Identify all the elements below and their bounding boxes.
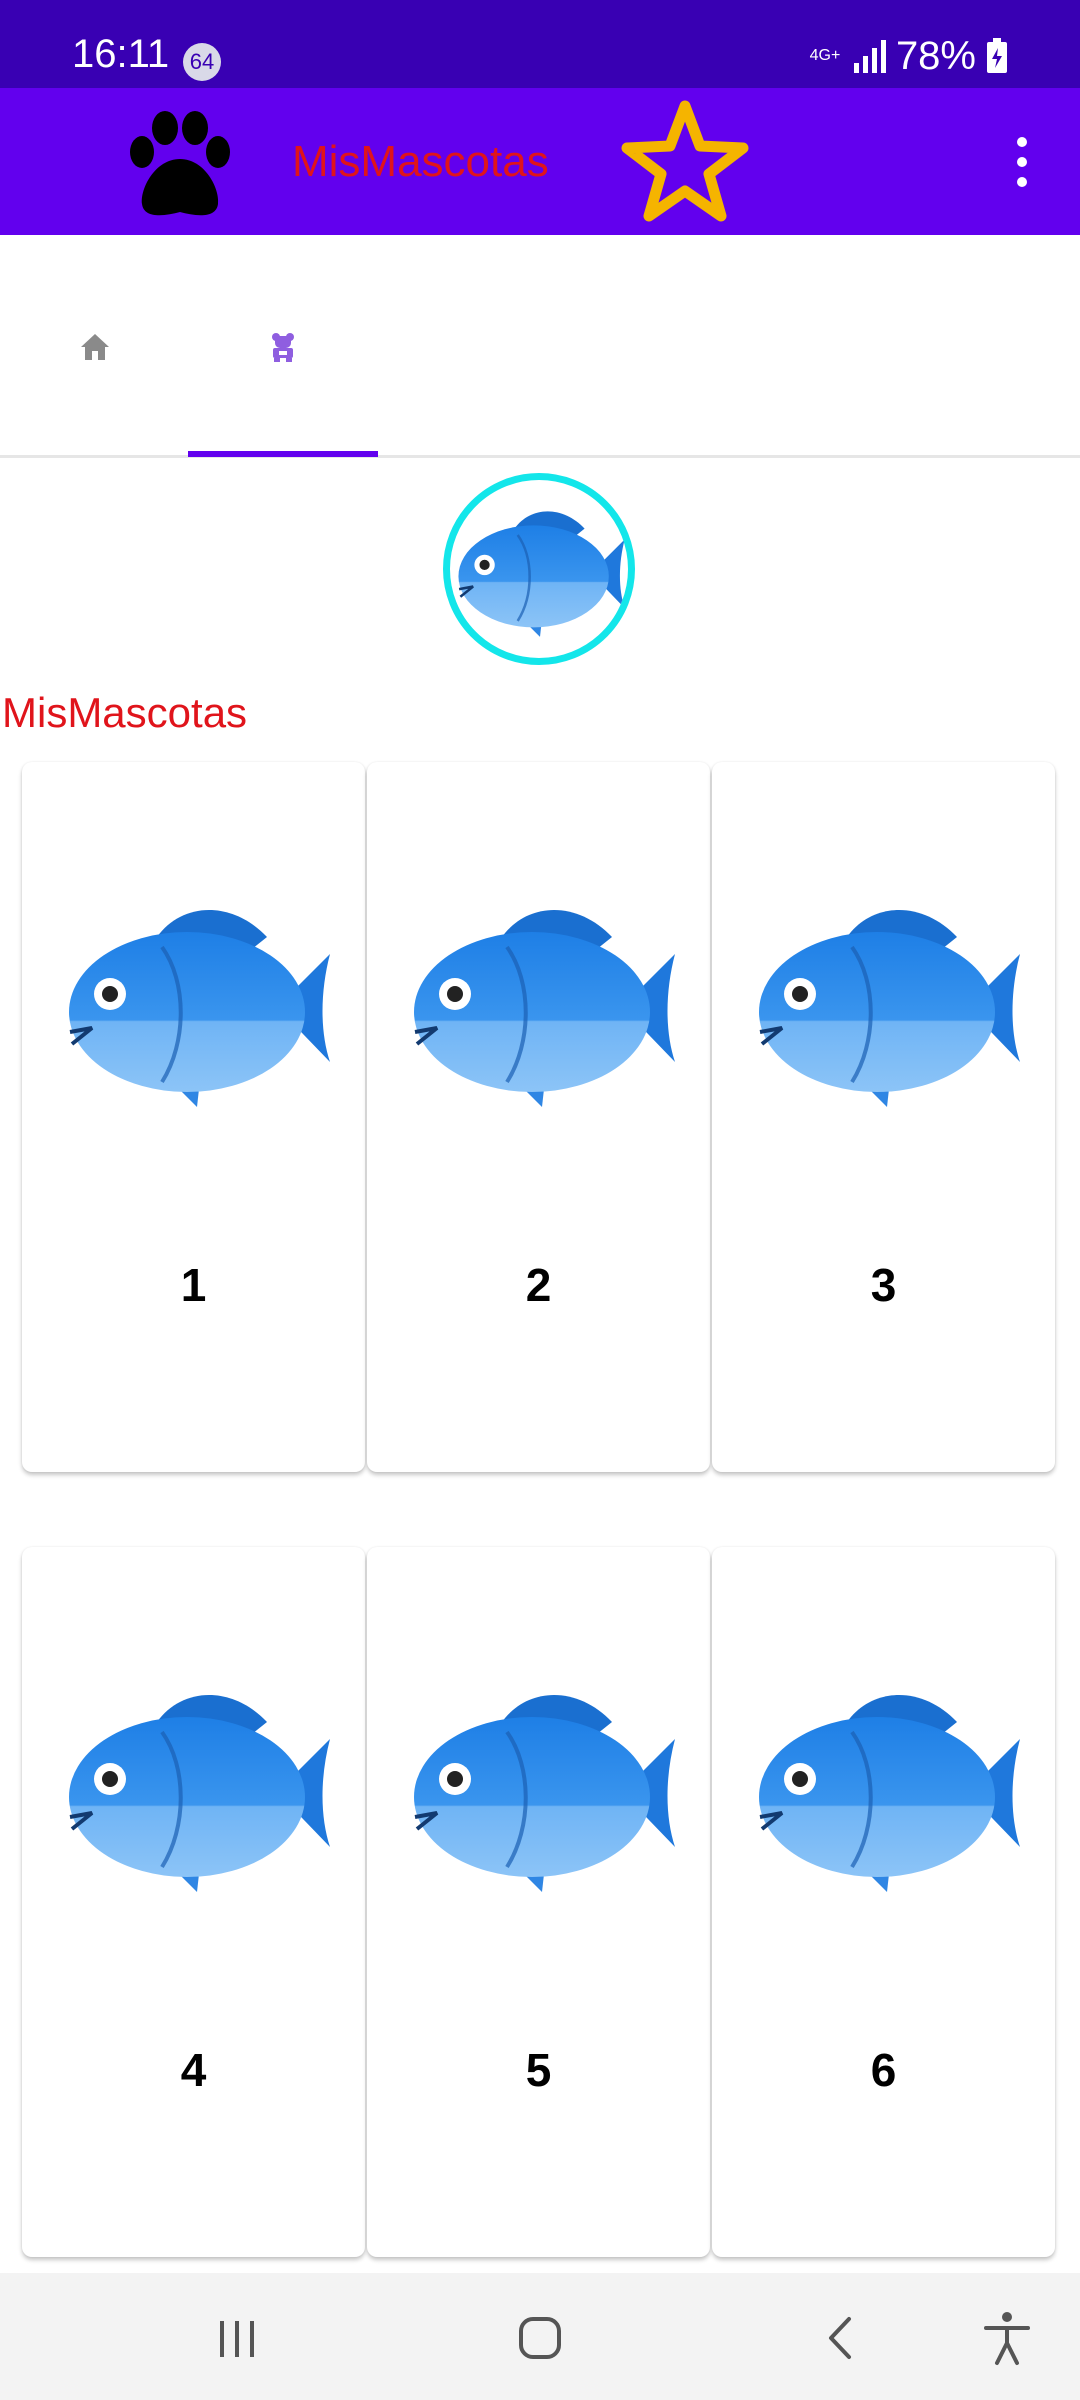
status-time: 16:11 <box>72 32 170 76</box>
tab-pets[interactable] <box>188 235 378 458</box>
pet-label: 1 <box>180 1259 207 1311</box>
pet-card-4[interactable]: 4 <box>22 1547 365 2257</box>
profile-avatar[interactable] <box>443 473 635 665</box>
fish-icon <box>454 490 626 650</box>
notification-count-badge: 64 <box>183 43 221 81</box>
star-icon[interactable] <box>620 98 750 224</box>
pet-card-6[interactable]: 6 <box>712 1547 1055 2257</box>
fish-icon <box>752 1667 1022 1907</box>
pet-label: 4 <box>180 2044 207 2096</box>
system-nav-bar <box>0 2273 1080 2400</box>
pet-card-1[interactable]: 1 <box>22 762 365 1472</box>
overflow-menu-icon[interactable] <box>1004 132 1040 192</box>
accessibility-icon[interactable] <box>972 2303 1042 2373</box>
pet-label: 3 <box>870 1259 897 1311</box>
pet-label: 5 <box>525 2044 552 2096</box>
network-type: 4G+ <box>809 47 841 64</box>
fish-icon <box>407 882 677 1122</box>
home-circle-icon[interactable] <box>505 2303 575 2373</box>
fish-icon <box>407 1667 677 1907</box>
home-icon <box>81 334 109 360</box>
app-title: MisMascotas <box>292 137 549 186</box>
fish-icon <box>752 882 1022 1122</box>
app-bar: MisMascotas <box>0 88 1080 235</box>
back-icon[interactable] <box>805 2303 875 2373</box>
paw-icon <box>130 111 230 216</box>
selected-tab-indicator <box>188 451 378 457</box>
pet-label: 6 <box>870 2044 897 2096</box>
pet-card-3[interactable]: 3 <box>712 762 1055 1472</box>
pet-card-2[interactable]: 2 <box>367 762 710 1472</box>
fish-icon <box>62 882 332 1122</box>
tab-home[interactable] <box>0 235 190 458</box>
pet-icon <box>272 333 294 362</box>
tab-bar <box>0 235 1080 458</box>
battery-percent: 78% <box>895 34 976 78</box>
status-indicators: 4G+ 78% <box>808 34 1008 78</box>
profile-name: MisMascotas <box>2 689 248 736</box>
recents-icon[interactable] <box>202 2303 272 2373</box>
pet-card-5[interactable]: 5 <box>367 1547 710 2257</box>
pet-label: 2 <box>525 1259 552 1311</box>
battery-charging-icon <box>987 38 1007 73</box>
status-bar: 16:11 64 4G+ 78% <box>0 0 1080 88</box>
signal-icon <box>853 40 886 73</box>
fish-icon <box>62 1667 332 1907</box>
